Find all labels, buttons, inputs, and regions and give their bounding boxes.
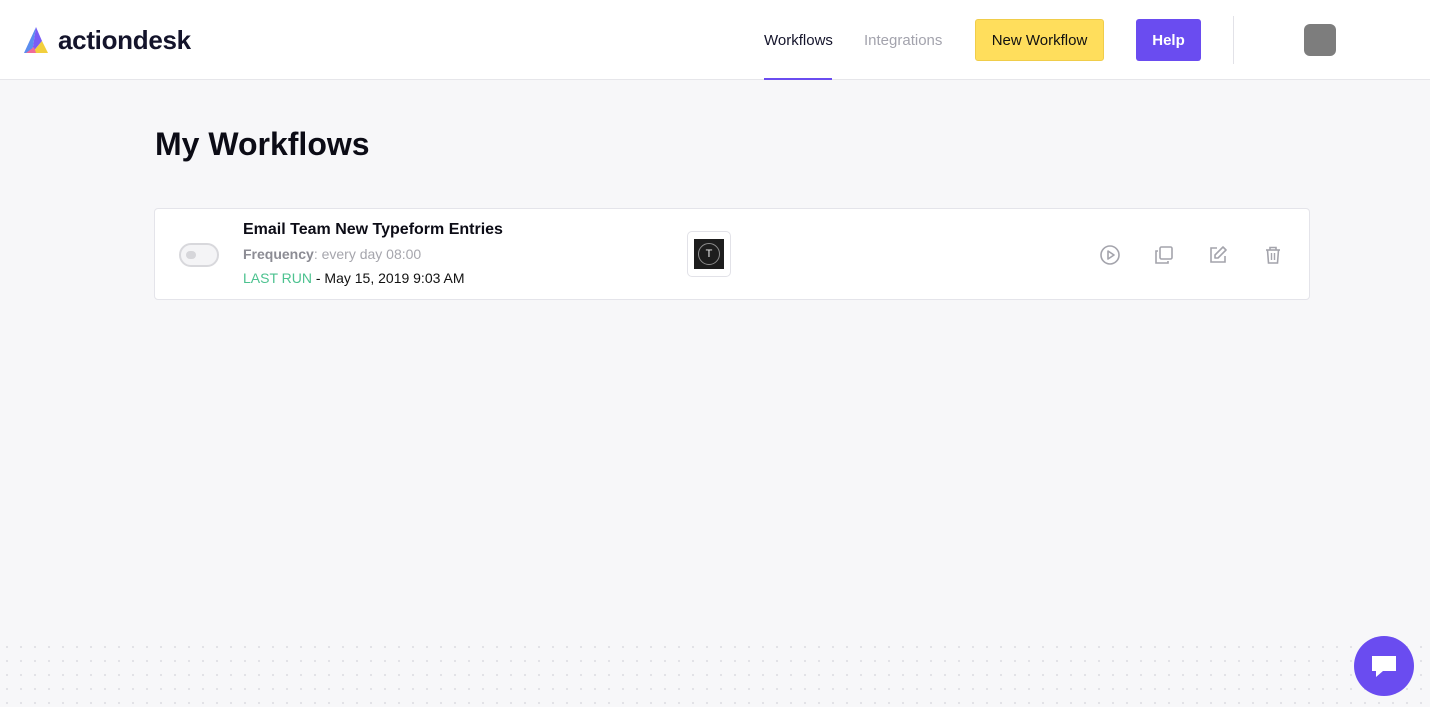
header-divider — [1233, 16, 1234, 64]
help-button[interactable]: Help — [1136, 19, 1201, 61]
workflow-enable-toggle[interactable] — [179, 243, 219, 267]
typeform-letter: T — [698, 243, 720, 265]
avatar[interactable] — [1304, 24, 1336, 56]
new-workflow-button[interactable]: New Workflow — [975, 19, 1104, 61]
page-title: My Workflows — [155, 126, 370, 162]
active-tab-indicator — [764, 78, 832, 80]
toggle-knob — [186, 251, 196, 259]
top-header: actiondesk Workflows Integrations New Wo… — [0, 0, 1430, 80]
duplicate-workflow-button[interactable] — [1152, 243, 1176, 267]
frequency-label: Frequency — [243, 246, 314, 262]
brand-name: actiondesk — [58, 24, 191, 55]
tab-integrations-label: Integrations — [864, 31, 943, 49]
run-workflow-button[interactable] — [1098, 243, 1122, 267]
last-run-value: - May 15, 2019 9:03 AM — [311, 270, 465, 286]
delete-workflow-button[interactable] — [1261, 243, 1285, 267]
frequency-value: : every day 08:00 — [313, 246, 422, 262]
chat-launcher-button[interactable] — [1354, 636, 1414, 696]
trash-icon — [1266, 246, 1280, 264]
brand-logo[interactable]: actiondesk — [22, 24, 191, 56]
typeform-icon: T — [687, 231, 731, 277]
workflow-frequency: Frequency: every day 08:00 — [243, 246, 421, 262]
tab-integrations[interactable]: Integrations — [864, 0, 942, 80]
dotted-background-pattern — [0, 640, 1430, 707]
actiondesk-logo-icon — [24, 27, 48, 53]
workflow-title[interactable]: Email Team New Typeform Entries — [243, 221, 503, 239]
tab-workflows[interactable]: Workflows — [764, 0, 833, 80]
workflow-card: Email Team New Typeform Entries Frequenc… — [154, 208, 1310, 300]
edit-workflow-button[interactable] — [1206, 243, 1230, 267]
typeform-icon-tile: T — [694, 239, 724, 269]
workflow-last-run: LAST RUN - May 15, 2019 9:03 AM — [243, 270, 465, 286]
tab-workflows-label: Workflows — [764, 31, 833, 49]
chat-bubble-icon — [1372, 656, 1396, 677]
last-run-label: LAST RUN — [243, 270, 312, 286]
duplicate-icon — [1155, 246, 1173, 264]
edit-icon — [1210, 246, 1227, 263]
play-icon — [1100, 245, 1120, 265]
